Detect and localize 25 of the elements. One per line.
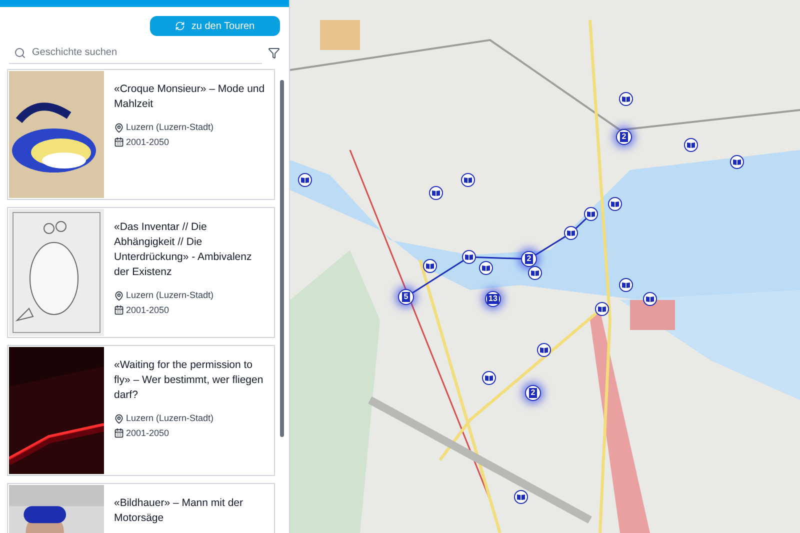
story-location: Luzern (Luzern-Stadt) bbox=[126, 412, 214, 425]
calendar-icon bbox=[114, 137, 124, 148]
location-icon bbox=[114, 290, 124, 301]
story-card[interactable]: «Bildhauer» – Mann mit der Motorsäge bbox=[7, 483, 275, 533]
map[interactable]: 2 2 5 13 2 bbox=[290, 0, 800, 533]
story-card[interactable]: «Croque Monsieur» – Mode und Mahlzeit Luzern (Luzern-Stadt) 2001-2050 bbox=[7, 69, 275, 200]
search-field[interactable]: Geschichte suchen bbox=[32, 45, 262, 60]
filter-icon[interactable] bbox=[268, 47, 280, 59]
story-period: 2001-2050 bbox=[126, 304, 170, 316]
story-location: Luzern (Luzern-Stadt) bbox=[126, 289, 214, 302]
location-icon bbox=[114, 122, 124, 133]
story-title: «Croque Monsieur» – Mode und Mahlzeit bbox=[114, 82, 266, 112]
story-title: «Bildhauer» – Mann mit der Motorsäge bbox=[114, 496, 244, 526]
story-title: «Das Inventar // Die Abhängigkeit // Die Unterdrückung» - Ambivalenz der Existenz bbox=[114, 220, 253, 280]
refresh-icon bbox=[175, 21, 186, 31]
story-title: «Waiting for the permission to fly» – Wer bestimmt, wer fliegen darf? bbox=[114, 358, 264, 403]
story-period: 2001-2050 bbox=[126, 426, 170, 440]
story-card[interactable]: «Das Inventar // Die Abhängigkeit // Die Unterdrückung» - Ambivalenz der Existenz Luzern (Luzern-Stadt) 2001-2050 bbox=[7, 207, 275, 338]
story-location: Luzern (Luzern-Stadt) bbox=[126, 121, 214, 134]
calendar-icon bbox=[114, 428, 124, 438]
location-icon bbox=[114, 414, 124, 424]
story-period: 2001-2050 bbox=[126, 136, 170, 148]
story-card[interactable]: «Waiting for the permission to fly» – Wer bestimmt, wer fliegen darf? Luzern (Luzern-Stadt) 2001-2050 bbox=[7, 345, 275, 476]
calendar-icon bbox=[114, 305, 124, 316]
search-icon bbox=[14, 46, 26, 58]
